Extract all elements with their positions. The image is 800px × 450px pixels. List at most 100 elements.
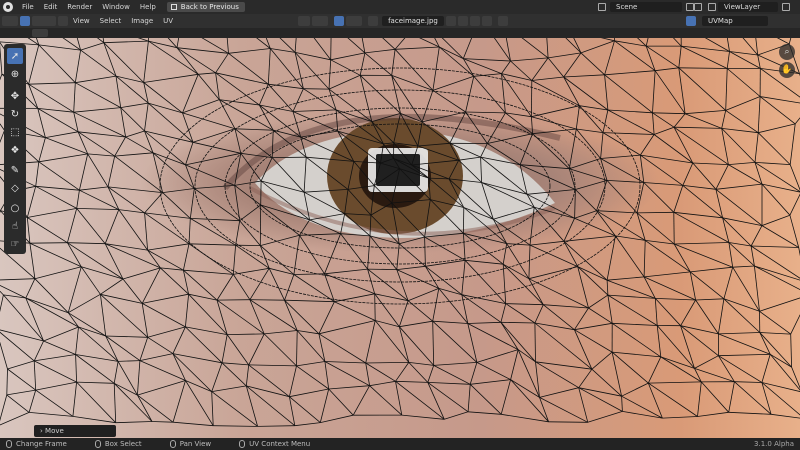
version-label: 3.1.0 Alpha	[754, 440, 794, 448]
select-mode-icon[interactable]	[32, 16, 56, 26]
mesh-edge	[45, 131, 79, 138]
delete-scene-icon[interactable]	[694, 3, 702, 11]
mesh-edge	[76, 381, 116, 423]
mesh-edge	[0, 329, 44, 342]
mesh-edge	[399, 236, 425, 245]
mesh-edge	[162, 188, 195, 193]
mesh-edge	[115, 421, 153, 424]
annotate-tool-icon[interactable]: ✎	[7, 162, 23, 178]
mesh-edge	[754, 132, 759, 163]
menu-view[interactable]: View	[68, 14, 95, 28]
cursor-tool-icon[interactable]: ⊕	[7, 66, 23, 82]
mesh-edge	[100, 278, 124, 295]
mesh-edge	[621, 382, 649, 397]
mesh-edge	[245, 364, 250, 386]
copy-view-layer-icon[interactable]	[782, 3, 790, 11]
grab-tool-icon[interactable]: ○	[7, 200, 23, 216]
menu-image[interactable]: Image	[126, 14, 158, 28]
rotate-tool-icon[interactable]: ↻	[7, 106, 23, 122]
editor-type-icon[interactable]	[2, 16, 18, 26]
mesh-edge	[732, 265, 755, 268]
pivot-icon[interactable]	[298, 16, 311, 26]
mesh-edge	[606, 180, 644, 183]
mesh-edge	[147, 336, 174, 354]
last-operator-panel[interactable]: › Move	[34, 425, 116, 437]
mesh-edge	[75, 82, 121, 108]
view-layer-icon[interactable]	[708, 3, 716, 11]
mesh-edge	[396, 269, 439, 289]
sticky-select-icon[interactable]	[58, 16, 68, 26]
move-tool-icon[interactable]: ✥	[7, 88, 23, 104]
hint-uv-context-menu: UV Context Menu	[239, 440, 310, 448]
mesh-edge	[574, 307, 589, 330]
copy-scene-icon[interactable]	[686, 3, 694, 11]
tool-mode-icon[interactable]	[32, 29, 48, 37]
menu-window[interactable]: Window	[97, 0, 135, 14]
view-layer-selector[interactable]: ViewLayer	[718, 2, 778, 12]
menu-file[interactable]: File	[17, 0, 39, 14]
mesh-edge	[500, 379, 511, 415]
rip-tool-icon[interactable]: ◇	[7, 180, 23, 196]
mesh-edge	[761, 382, 772, 415]
mesh-edge	[142, 293, 189, 304]
mesh-edge	[467, 384, 471, 412]
fake-user-icon[interactable]	[446, 16, 457, 26]
scale-tool-icon[interactable]: ⬚	[7, 124, 23, 140]
mesh-edge	[279, 38, 296, 53]
mesh-edge	[470, 379, 511, 385]
snap-icon[interactable]	[312, 16, 329, 26]
back-to-previous-button[interactable]: Back to Previous	[166, 2, 245, 12]
sync-selection-icon[interactable]	[20, 16, 30, 26]
menu-uv[interactable]: UV	[158, 14, 178, 28]
mesh-edge	[755, 38, 759, 56]
operator-label: Move	[45, 427, 64, 435]
uv-editor-viewport[interactable]	[0, 38, 800, 438]
image-browse-icon[interactable]	[368, 16, 379, 26]
mesh-edge	[758, 123, 796, 134]
mesh-edge	[216, 274, 234, 301]
mesh-edge	[369, 380, 396, 387]
mesh-edge	[680, 325, 695, 369]
mesh-edge	[684, 113, 722, 129]
mesh-edge	[574, 189, 576, 219]
mesh-edge	[639, 155, 645, 183]
select-tool-icon[interactable]: ➚	[7, 48, 23, 64]
mesh-edge	[324, 268, 368, 275]
pan-hand-icon[interactable]: ✋	[779, 62, 795, 78]
mesh-edge	[467, 321, 501, 324]
new-image-icon[interactable]	[458, 16, 469, 26]
mesh-edge	[673, 126, 722, 129]
mesh-edge	[644, 271, 691, 278]
relax-tool-icon[interactable]: ☝	[7, 218, 23, 234]
mesh-edge	[725, 68, 728, 111]
menu-help[interactable]: Help	[135, 0, 161, 14]
mesh-edge	[25, 297, 44, 342]
uv-map-icon[interactable]	[686, 16, 696, 26]
scene-selector[interactable]: Scene	[610, 2, 682, 12]
menu-render[interactable]: Render	[62, 0, 97, 14]
mouse-icon	[94, 440, 101, 448]
uv-map-selector[interactable]: UVMap	[702, 16, 768, 26]
mesh-edge	[142, 303, 186, 328]
pinch-tool-icon[interactable]: ☞	[7, 236, 23, 252]
mesh-edge	[172, 353, 223, 364]
unlink-image-icon[interactable]	[482, 16, 493, 26]
proportional-editing-icon[interactable]	[334, 16, 345, 26]
zoom-icon[interactable]: ⌕	[779, 44, 795, 60]
mesh-edge	[467, 323, 478, 363]
mesh-edge	[408, 362, 434, 366]
menu-edit[interactable]: Edit	[39, 0, 63, 14]
mesh-edge	[76, 381, 115, 384]
scene-icon[interactable]	[598, 3, 606, 11]
mesh-edge	[6, 368, 8, 395]
mesh-edge	[574, 322, 613, 331]
pin-icon[interactable]	[498, 16, 509, 26]
mesh-edge	[67, 208, 78, 243]
blender-logo-icon[interactable]	[3, 2, 13, 12]
mesh-edge	[361, 38, 366, 53]
transform-tool-icon[interactable]: ❖	[7, 142, 23, 158]
image-name-field[interactable]: faceimage.jpg	[382, 16, 445, 26]
menu-select[interactable]: Select	[95, 14, 127, 28]
falloff-icon[interactable]	[346, 16, 363, 26]
open-image-icon[interactable]	[470, 16, 481, 26]
